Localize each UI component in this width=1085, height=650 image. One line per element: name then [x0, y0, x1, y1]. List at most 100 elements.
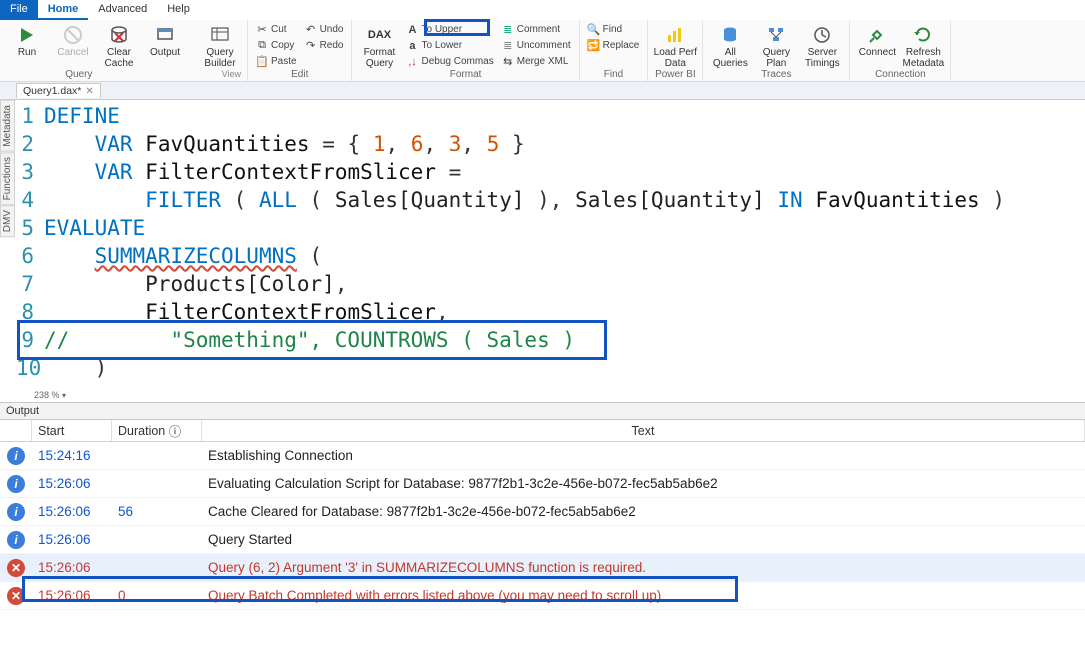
- scissors-icon: ✂: [256, 24, 268, 36]
- group-traces: All Queries Query Plan Server Timings Tr…: [703, 20, 850, 81]
- group-format: DAX Format Query ATo Upper aTo Lower ,↓D…: [352, 20, 579, 81]
- side-dmv[interactable]: DMV: [0, 205, 15, 237]
- upper-icon: A: [406, 24, 418, 36]
- document-tab[interactable]: Query1.dax* ✕: [16, 83, 101, 98]
- uncomment-button[interactable]: ≣Uncomment: [500, 38, 573, 53]
- output-row[interactable]: i 15:26:0656Cache Cleared for Database: 9…: [0, 498, 1085, 526]
- output-row[interactable]: i 15:26:06 Evaluating Calculation Script f…: [0, 470, 1085, 498]
- menu-advanced[interactable]: Advanced: [88, 0, 157, 20]
- format-query-button[interactable]: DAX Format Query: [358, 22, 400, 69]
- copy-button[interactable]: ⧉Copy: [254, 38, 299, 53]
- play-icon: [16, 24, 38, 46]
- col-start[interactable]: Start: [32, 420, 112, 441]
- undo-icon: ↶: [305, 24, 317, 36]
- plan-icon: [765, 24, 787, 46]
- row-text: Establishing Connection: [202, 448, 1085, 463]
- redo-button[interactable]: ↷Redo: [303, 38, 346, 53]
- row-duration: 0: [112, 588, 202, 603]
- row-text: Cache Cleared for Database: 9877f2b1-3c2…: [202, 504, 1085, 519]
- side-functions[interactable]: Functions: [0, 152, 15, 205]
- output-panel-header: Output: [0, 402, 1085, 420]
- row-start: 15:26:06: [32, 588, 112, 603]
- db-icon: [719, 24, 741, 46]
- connect-button[interactable]: Connect: [856, 22, 898, 58]
- plug-icon: [866, 24, 888, 46]
- undo-button[interactable]: ↶Undo: [303, 22, 346, 37]
- comment-icon: ≣: [502, 24, 514, 36]
- row-duration: 56: [112, 504, 202, 519]
- output-rows: i15:24:16Establishing Connectioni15:26:0…: [0, 442, 1085, 610]
- clipboard-icon: 📋: [256, 56, 268, 68]
- row-start: 15:26:06: [32, 504, 112, 519]
- cancel-button: Cancel: [52, 22, 94, 58]
- side-metadata[interactable]: Metadata: [0, 100, 15, 152]
- builder-icon: [209, 24, 231, 46]
- info-icon: i: [7, 503, 25, 521]
- menu-help[interactable]: Help: [157, 0, 200, 20]
- find-button[interactable]: 🔍Find: [586, 22, 642, 37]
- to-lower-button[interactable]: aTo Lower: [404, 38, 495, 53]
- tab-strip: Query1.dax* ✕: [0, 82, 1085, 100]
- row-text: Query Started: [202, 532, 1085, 547]
- group-label-query: QueryView: [6, 69, 241, 81]
- menu-home[interactable]: Home: [38, 0, 89, 20]
- lower-icon: a: [406, 40, 418, 52]
- close-icon[interactable]: ✕: [85, 86, 93, 97]
- comment-button[interactable]: ≣Comment: [500, 22, 573, 37]
- all-queries-button[interactable]: All Queries: [709, 22, 751, 69]
- merge-xml-button[interactable]: ⇆Merge XML: [500, 54, 573, 69]
- group-label-find: Find: [586, 69, 642, 81]
- error-icon: ✕: [7, 587, 25, 605]
- info-icon: ⓘ: [169, 421, 182, 440]
- output-row[interactable]: i 15:24:16 Establishing Connection: [0, 442, 1085, 470]
- output-row[interactable]: ✕ 15:26:060Query Batch Completed with err…: [0, 582, 1085, 610]
- info-icon: i: [7, 475, 25, 493]
- cancel-icon: [62, 24, 84, 46]
- to-upper-button[interactable]: ATo Upper: [404, 22, 495, 37]
- clear-cache-button[interactable]: Clear Cache: [98, 22, 140, 69]
- paste-button[interactable]: 📋Paste: [254, 54, 299, 69]
- zoom-level[interactable]: 238 % ▾: [16, 388, 1085, 402]
- output-row[interactable]: ✕15:26:06Query (6, 2) Argument '3' in SU…: [0, 554, 1085, 582]
- dax-icon: DAX: [368, 24, 390, 46]
- load-perf-button[interactable]: Load Perf Data: [654, 22, 696, 69]
- search-icon: 🔍: [588, 24, 600, 36]
- group-connection: Connect Refresh Metadata Connection: [850, 20, 951, 81]
- merge-icon: ⇆: [502, 56, 514, 68]
- editor-area: Metadata Functions DMV 1DEFINE 2 VAR Fav…: [0, 100, 1085, 402]
- row-start: 15:26:06: [32, 476, 112, 491]
- run-button[interactable]: Run: [6, 22, 48, 58]
- replace-button[interactable]: 🔁Replace: [586, 38, 642, 53]
- uncomment-icon: ≣: [502, 40, 514, 52]
- refresh-icon: [912, 24, 934, 46]
- refresh-metadata-button[interactable]: Refresh Metadata: [902, 22, 944, 69]
- row-start: 15:24:16: [32, 448, 112, 463]
- menu-file[interactable]: File: [0, 0, 38, 20]
- group-powerbi: Load Perf Data Power BI: [648, 20, 703, 81]
- code-editor[interactable]: 1DEFINE 2 VAR FavQuantities = { 1, 6, 3,…: [16, 100, 1085, 388]
- group-label-connection: Connection: [856, 69, 944, 81]
- output-row[interactable]: i15:26:06Query Started: [0, 526, 1085, 554]
- row-text: Query (6, 2) Argument '3' in SUMMARIZECO…: [202, 560, 1085, 575]
- group-label-edit: Edit: [254, 69, 345, 81]
- group-label-format: Format: [358, 69, 572, 81]
- row-start: 15:26:06: [32, 560, 112, 575]
- info-icon: i: [7, 447, 25, 465]
- replace-icon: 🔁: [588, 40, 600, 52]
- cut-button[interactable]: ✂Cut: [254, 22, 299, 37]
- col-text[interactable]: Text: [202, 420, 1085, 441]
- output-columns: Start Duration ⓘ Text: [0, 420, 1085, 442]
- row-text: Evaluating Calculation Script for Databa…: [202, 476, 1085, 491]
- document-tab-label: Query1.dax*: [23, 85, 81, 97]
- query-builder-button[interactable]: Query Builder: [199, 22, 241, 69]
- group-edit: ✂Cut ⧉Copy 📋Paste ↶Undo ↷Redo Edit: [248, 20, 352, 81]
- clear-cache-icon: [108, 24, 130, 46]
- query-plan-button[interactable]: Query Plan: [755, 22, 797, 69]
- row-text: Query Batch Completed with errors listed…: [202, 588, 1085, 603]
- redo-icon: ↷: [305, 40, 317, 52]
- perf-icon: [664, 24, 686, 46]
- col-duration[interactable]: Duration ⓘ: [112, 420, 202, 441]
- output-button[interactable]: Output: [144, 22, 186, 58]
- debug-commas-button[interactable]: ,↓Debug Commas: [404, 54, 495, 69]
- server-timings-button[interactable]: Server Timings: [801, 22, 843, 69]
